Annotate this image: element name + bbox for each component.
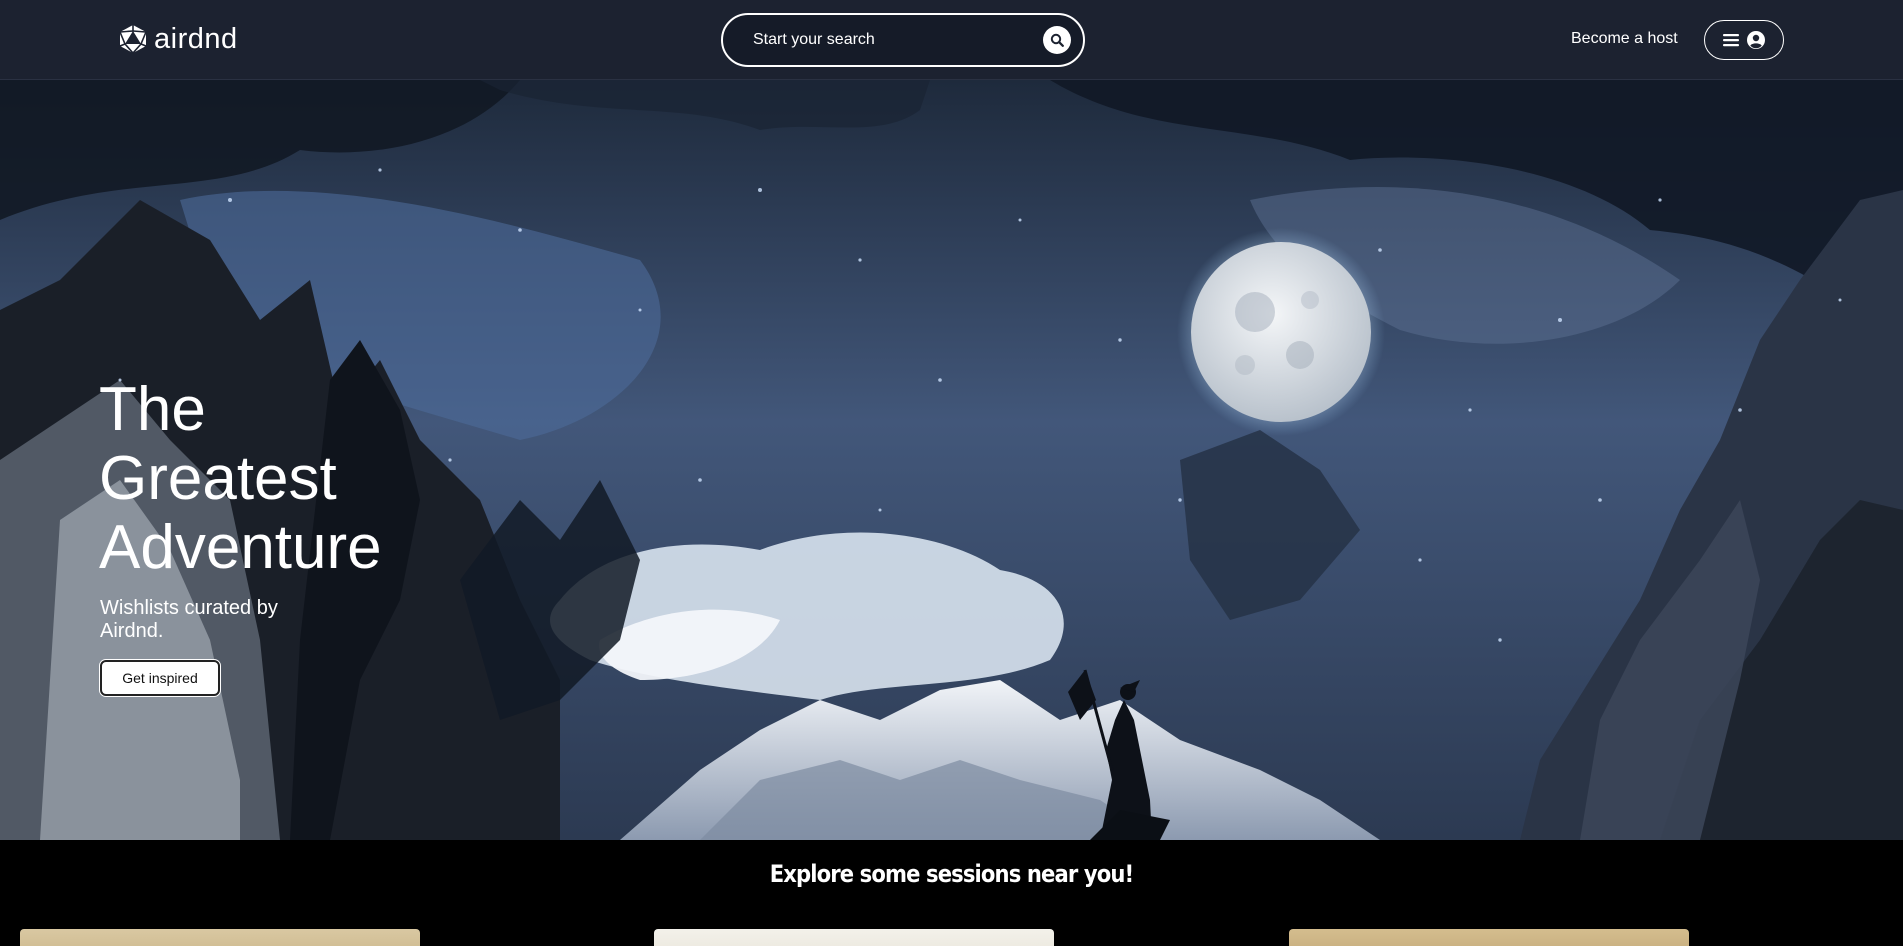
hero-title-line: Greatest bbox=[99, 444, 337, 513]
session-card[interactable] bbox=[20, 929, 420, 946]
top-nav-bar: airdnd Start your search Become a host bbox=[0, 0, 1903, 80]
hamburger-menu-icon bbox=[1723, 34, 1739, 47]
hero-title-line: Adventure bbox=[99, 513, 382, 582]
session-card[interactable] bbox=[1289, 929, 1689, 946]
search-icon bbox=[1050, 33, 1064, 47]
explore-heading: Explore some sessions near you! bbox=[769, 860, 1134, 888]
become-a-host-link[interactable]: Become a host bbox=[1571, 30, 1678, 48]
search-button[interactable] bbox=[1043, 26, 1071, 54]
brand-logo[interactable]: airdnd bbox=[118, 22, 238, 56]
hero-title-line: The bbox=[99, 375, 206, 444]
get-inspired-button[interactable]: Get inspired bbox=[100, 660, 220, 696]
d20-die-icon bbox=[119, 25, 147, 54]
search-placeholder: Start your search bbox=[753, 31, 875, 48]
hero-title: The Greatest Adventure bbox=[99, 375, 439, 582]
explore-sessions-section: Explore some sessions near you! bbox=[0, 840, 1903, 946]
user-circle-icon bbox=[1747, 31, 1765, 49]
search-bar[interactable]: Start your search bbox=[721, 13, 1085, 67]
hero-banner: The Greatest Adventure Wishlists curated… bbox=[0, 80, 1903, 840]
user-menu-button[interactable] bbox=[1704, 20, 1784, 60]
brand-name: airdnd bbox=[154, 22, 238, 55]
session-card[interactable] bbox=[654, 929, 1054, 946]
hero-subtitle: Wishlists curated by Airdnd. bbox=[100, 597, 278, 642]
